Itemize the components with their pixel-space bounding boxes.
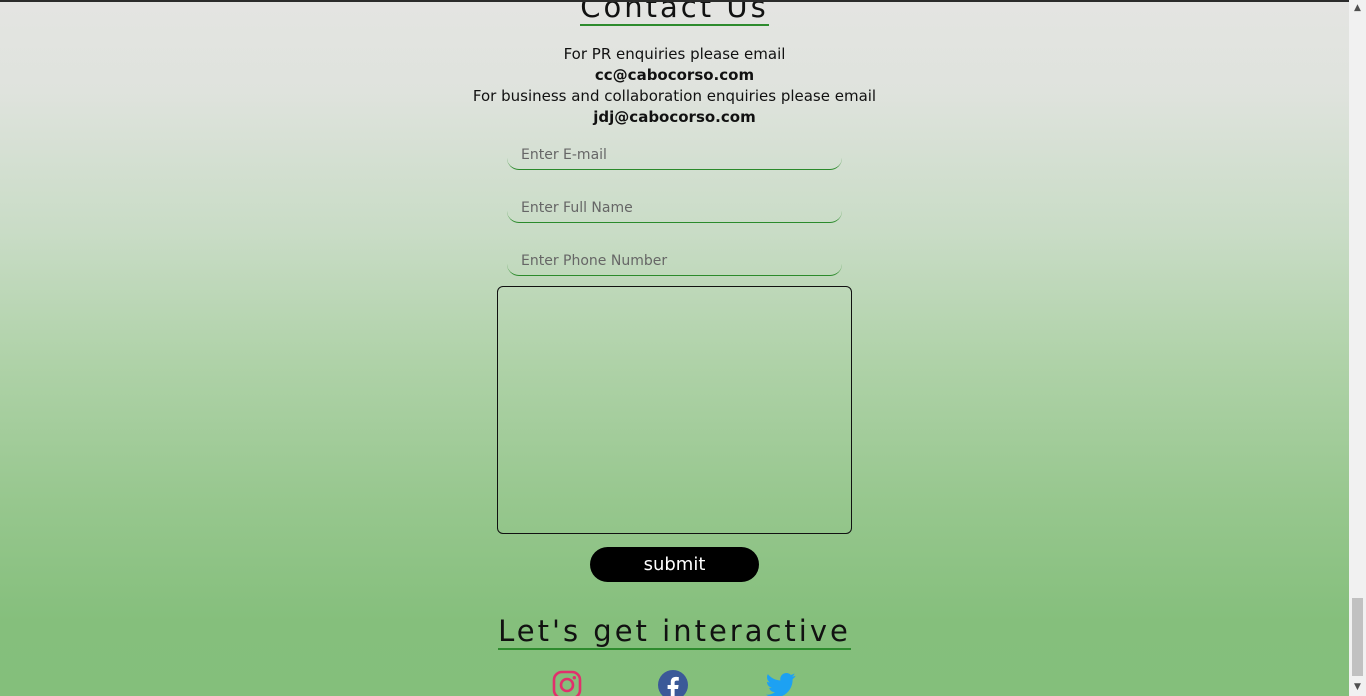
instagram-icon[interactable]: [552, 670, 582, 696]
message-textarea[interactable]: [497, 286, 852, 534]
scroll-down-arrow-icon[interactable]: ▼: [1349, 679, 1366, 696]
email-field[interactable]: [507, 140, 842, 169]
submit-button[interactable]: submit: [590, 547, 759, 582]
full-name-field[interactable]: [507, 193, 842, 222]
page-viewport: Contact Us For PR enquiries please email…: [0, 0, 1349, 696]
vertical-scrollbar[interactable]: ▲ ▼: [1349, 0, 1366, 696]
email-field-wrapper: [507, 140, 842, 170]
social-heading: Let's get interactive: [498, 614, 851, 650]
scrollbar-thumb[interactable]: [1352, 598, 1363, 676]
facebook-icon[interactable]: [658, 670, 688, 696]
full-name-field-wrapper: [507, 193, 842, 223]
twitter-icon[interactable]: [765, 670, 796, 696]
phone-field-wrapper: [507, 246, 842, 276]
pr-email: cc@cabocorso.com: [594, 66, 755, 84]
contact-heading: Contact Us: [0, 2, 1349, 26]
business-email: jdj@cabocorso.com: [593, 108, 756, 126]
business-enquiry-text: For business and collaboration enquiries…: [472, 87, 877, 105]
phone-field[interactable]: [507, 246, 842, 275]
scroll-up-arrow-icon[interactable]: ▲: [1349, 0, 1366, 17]
pr-enquiry-text: For PR enquiries please email: [563, 45, 786, 63]
